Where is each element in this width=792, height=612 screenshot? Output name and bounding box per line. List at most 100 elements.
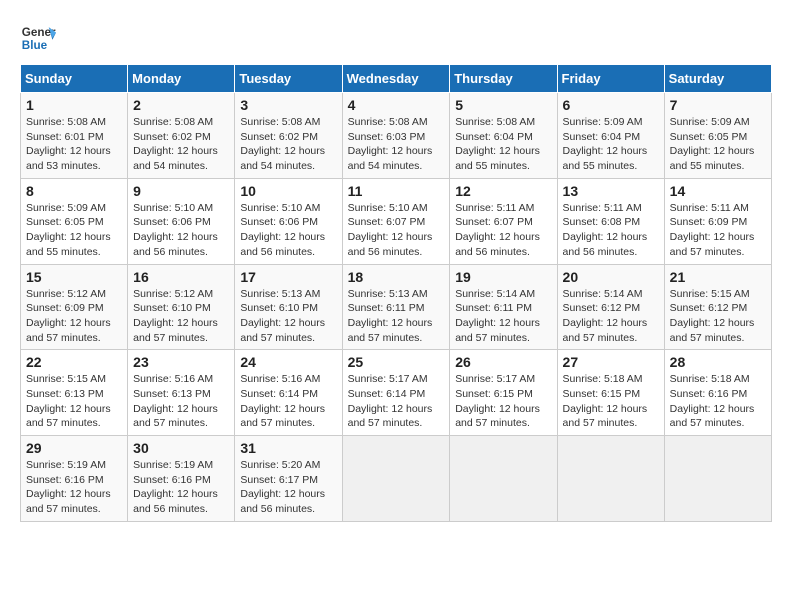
calendar-week-row: 22 Sunrise: 5:15 AMSunset: 6:13 PMDayligh… — [21, 350, 772, 436]
day-number: 29 — [26, 440, 122, 456]
day-info: Sunrise: 5:10 AMSunset: 6:06 PMDaylight:… — [240, 201, 336, 260]
day-number: 1 — [26, 97, 122, 113]
day-number: 28 — [670, 354, 766, 370]
day-number: 13 — [563, 183, 659, 199]
logo-icon: General Blue — [20, 20, 56, 56]
calendar-cell: 26 Sunrise: 5:17 AMSunset: 6:15 PMDayligh… — [450, 350, 557, 436]
day-number: 17 — [240, 269, 336, 285]
calendar-cell: 31Sunrise: 5:20 AMSunset: 6:17 PMDayligh… — [235, 436, 342, 522]
day-info: Sunrise: 5:08 AMSunset: 6:02 PMDaylight:… — [133, 115, 229, 174]
calendar-cell: 23Sunrise: 5:16 AMSunset: 6:13 PMDayligh… — [128, 350, 235, 436]
page-header: General Blue — [20, 20, 772, 56]
calendar-header-thursday: Thursday — [450, 65, 557, 93]
day-number: 20 — [563, 269, 659, 285]
day-info: Sunrise: 5:19 AMSunset: 6:16 PMDaylight:… — [133, 458, 229, 517]
day-info: Sunrise: 5:11 AMSunset: 6:09 PMDaylight:… — [670, 201, 766, 260]
day-number: 14 — [670, 183, 766, 199]
calendar-table: SundayMondayTuesdayWednesdayThursdayFrid… — [20, 64, 772, 522]
calendar-header-friday: Friday — [557, 65, 664, 93]
calendar-header-monday: Monday — [128, 65, 235, 93]
day-info: Sunrise: 5:13 AMSunset: 6:11 PMDaylight:… — [348, 287, 445, 346]
calendar-cell: 14 Sunrise: 5:11 AMSunset: 6:09 PMDayligh… — [664, 178, 771, 264]
day-info: Sunrise: 5:11 AMSunset: 6:08 PMDaylight:… — [563, 201, 659, 260]
day-info: Sunrise: 5:15 AMSunset: 6:13 PMDaylight:… — [26, 372, 122, 431]
calendar-cell: 20 Sunrise: 5:14 AMSunset: 6:12 PMDayligh… — [557, 264, 664, 350]
calendar-cell: 30 Sunrise: 5:19 AMSunset: 6:16 PMDayligh… — [128, 436, 235, 522]
day-info: Sunrise: 5:10 AMSunset: 6:07 PMDaylight:… — [348, 201, 445, 260]
day-info: Sunrise: 5:10 AMSunset: 6:06 PMDaylight:… — [133, 201, 229, 260]
day-info: Sunrise: 5:08 AMSunset: 6:04 PMDaylight:… — [455, 115, 551, 174]
calendar-cell: 9 Sunrise: 5:10 AMSunset: 6:06 PMDaylight… — [128, 178, 235, 264]
calendar-cell: 4 Sunrise: 5:08 AMSunset: 6:03 PMDaylight… — [342, 93, 450, 179]
day-number: 21 — [670, 269, 766, 285]
day-info: Sunrise: 5:12 AMSunset: 6:09 PMDaylight:… — [26, 287, 122, 346]
calendar-header-tuesday: Tuesday — [235, 65, 342, 93]
logo: General Blue — [20, 20, 60, 56]
calendar-cell: 29 Sunrise: 5:19 AMSunset: 6:16 PMDayligh… — [21, 436, 128, 522]
day-info: Sunrise: 5:17 AMSunset: 6:15 PMDaylight:… — [455, 372, 551, 431]
day-number: 27 — [563, 354, 659, 370]
day-number: 22 — [26, 354, 122, 370]
calendar-cell: 16 Sunrise: 5:12 AMSunset: 6:10 PMDayligh… — [128, 264, 235, 350]
day-number: 25 — [348, 354, 445, 370]
day-info: Sunrise: 5:12 AMSunset: 6:10 PMDaylight:… — [133, 287, 229, 346]
day-number: 23 — [133, 354, 229, 370]
day-number: 7 — [670, 97, 766, 113]
day-number: 9 — [133, 183, 229, 199]
calendar-cell: 24 Sunrise: 5:16 AMSunset: 6:14 PMDayligh… — [235, 350, 342, 436]
day-number: 8 — [26, 183, 122, 199]
svg-text:Blue: Blue — [22, 39, 48, 52]
calendar-cell: 8Sunrise: 5:09 AMSunset: 6:05 PMDaylight… — [21, 178, 128, 264]
calendar-cell: 1 Sunrise: 5:08 AMSunset: 6:01 PMDaylight… — [21, 93, 128, 179]
calendar-cell — [557, 436, 664, 522]
calendar-cell: 15 Sunrise: 5:12 AMSunset: 6:09 PMDayligh… — [21, 264, 128, 350]
day-info: Sunrise: 5:18 AMSunset: 6:15 PMDaylight:… — [563, 372, 659, 431]
day-info: Sunrise: 5:08 AMSunset: 6:02 PMDaylight:… — [240, 115, 336, 174]
calendar-week-row: 8Sunrise: 5:09 AMSunset: 6:05 PMDaylight… — [21, 178, 772, 264]
day-info: Sunrise: 5:09 AMSunset: 6:04 PMDaylight:… — [563, 115, 659, 174]
calendar-cell: 7Sunrise: 5:09 AMSunset: 6:05 PMDaylight… — [664, 93, 771, 179]
calendar-cell: 28 Sunrise: 5:18 AMSunset: 6:16 PMDayligh… — [664, 350, 771, 436]
calendar-cell — [450, 436, 557, 522]
calendar-cell: 11 Sunrise: 5:10 AMSunset: 6:07 PMDayligh… — [342, 178, 450, 264]
calendar-week-row: 15 Sunrise: 5:12 AMSunset: 6:09 PMDayligh… — [21, 264, 772, 350]
day-number: 3 — [240, 97, 336, 113]
calendar-cell: 22 Sunrise: 5:15 AMSunset: 6:13 PMDayligh… — [21, 350, 128, 436]
day-info: Sunrise: 5:14 AMSunset: 6:11 PMDaylight:… — [455, 287, 551, 346]
calendar-header-sunday: Sunday — [21, 65, 128, 93]
day-info: Sunrise: 5:18 AMSunset: 6:16 PMDaylight:… — [670, 372, 766, 431]
day-info: Sunrise: 5:16 AMSunset: 6:14 PMDaylight:… — [240, 372, 336, 431]
day-number: 10 — [240, 183, 336, 199]
day-number: 15 — [26, 269, 122, 285]
calendar-week-row: 1 Sunrise: 5:08 AMSunset: 6:01 PMDaylight… — [21, 93, 772, 179]
calendar-cell: 19 Sunrise: 5:14 AMSunset: 6:11 PMDayligh… — [450, 264, 557, 350]
calendar-cell: 3 Sunrise: 5:08 AMSunset: 6:02 PMDaylight… — [235, 93, 342, 179]
day-number: 26 — [455, 354, 551, 370]
day-number: 16 — [133, 269, 229, 285]
calendar-cell: 13 Sunrise: 5:11 AMSunset: 6:08 PMDayligh… — [557, 178, 664, 264]
calendar-header-wednesday: Wednesday — [342, 65, 450, 93]
calendar-cell — [664, 436, 771, 522]
calendar-header-row: SundayMondayTuesdayWednesdayThursdayFrid… — [21, 65, 772, 93]
day-number: 24 — [240, 354, 336, 370]
calendar-cell: 2Sunrise: 5:08 AMSunset: 6:02 PMDaylight… — [128, 93, 235, 179]
day-number: 4 — [348, 97, 445, 113]
day-info: Sunrise: 5:15 AMSunset: 6:12 PMDaylight:… — [670, 287, 766, 346]
day-number: 19 — [455, 269, 551, 285]
calendar-week-row: 29 Sunrise: 5:19 AMSunset: 6:16 PMDayligh… — [21, 436, 772, 522]
calendar-cell: 27 Sunrise: 5:18 AMSunset: 6:15 PMDayligh… — [557, 350, 664, 436]
day-info: Sunrise: 5:08 AMSunset: 6:03 PMDaylight:… — [348, 115, 445, 174]
day-number: 11 — [348, 183, 445, 199]
calendar-cell — [342, 436, 450, 522]
calendar-cell: 17 Sunrise: 5:13 AMSunset: 6:10 PMDayligh… — [235, 264, 342, 350]
day-number: 30 — [133, 440, 229, 456]
day-info: Sunrise: 5:14 AMSunset: 6:12 PMDaylight:… — [563, 287, 659, 346]
calendar-cell: 6Sunrise: 5:09 AMSunset: 6:04 PMDaylight… — [557, 93, 664, 179]
day-info: Sunrise: 5:11 AMSunset: 6:07 PMDaylight:… — [455, 201, 551, 260]
day-info: Sunrise: 5:08 AMSunset: 6:01 PMDaylight:… — [26, 115, 122, 174]
calendar-cell: 25Sunrise: 5:17 AMSunset: 6:14 PMDayligh… — [342, 350, 450, 436]
day-info: Sunrise: 5:19 AMSunset: 6:16 PMDaylight:… — [26, 458, 122, 517]
calendar-header-saturday: Saturday — [664, 65, 771, 93]
day-number: 5 — [455, 97, 551, 113]
day-info: Sunrise: 5:13 AMSunset: 6:10 PMDaylight:… — [240, 287, 336, 346]
